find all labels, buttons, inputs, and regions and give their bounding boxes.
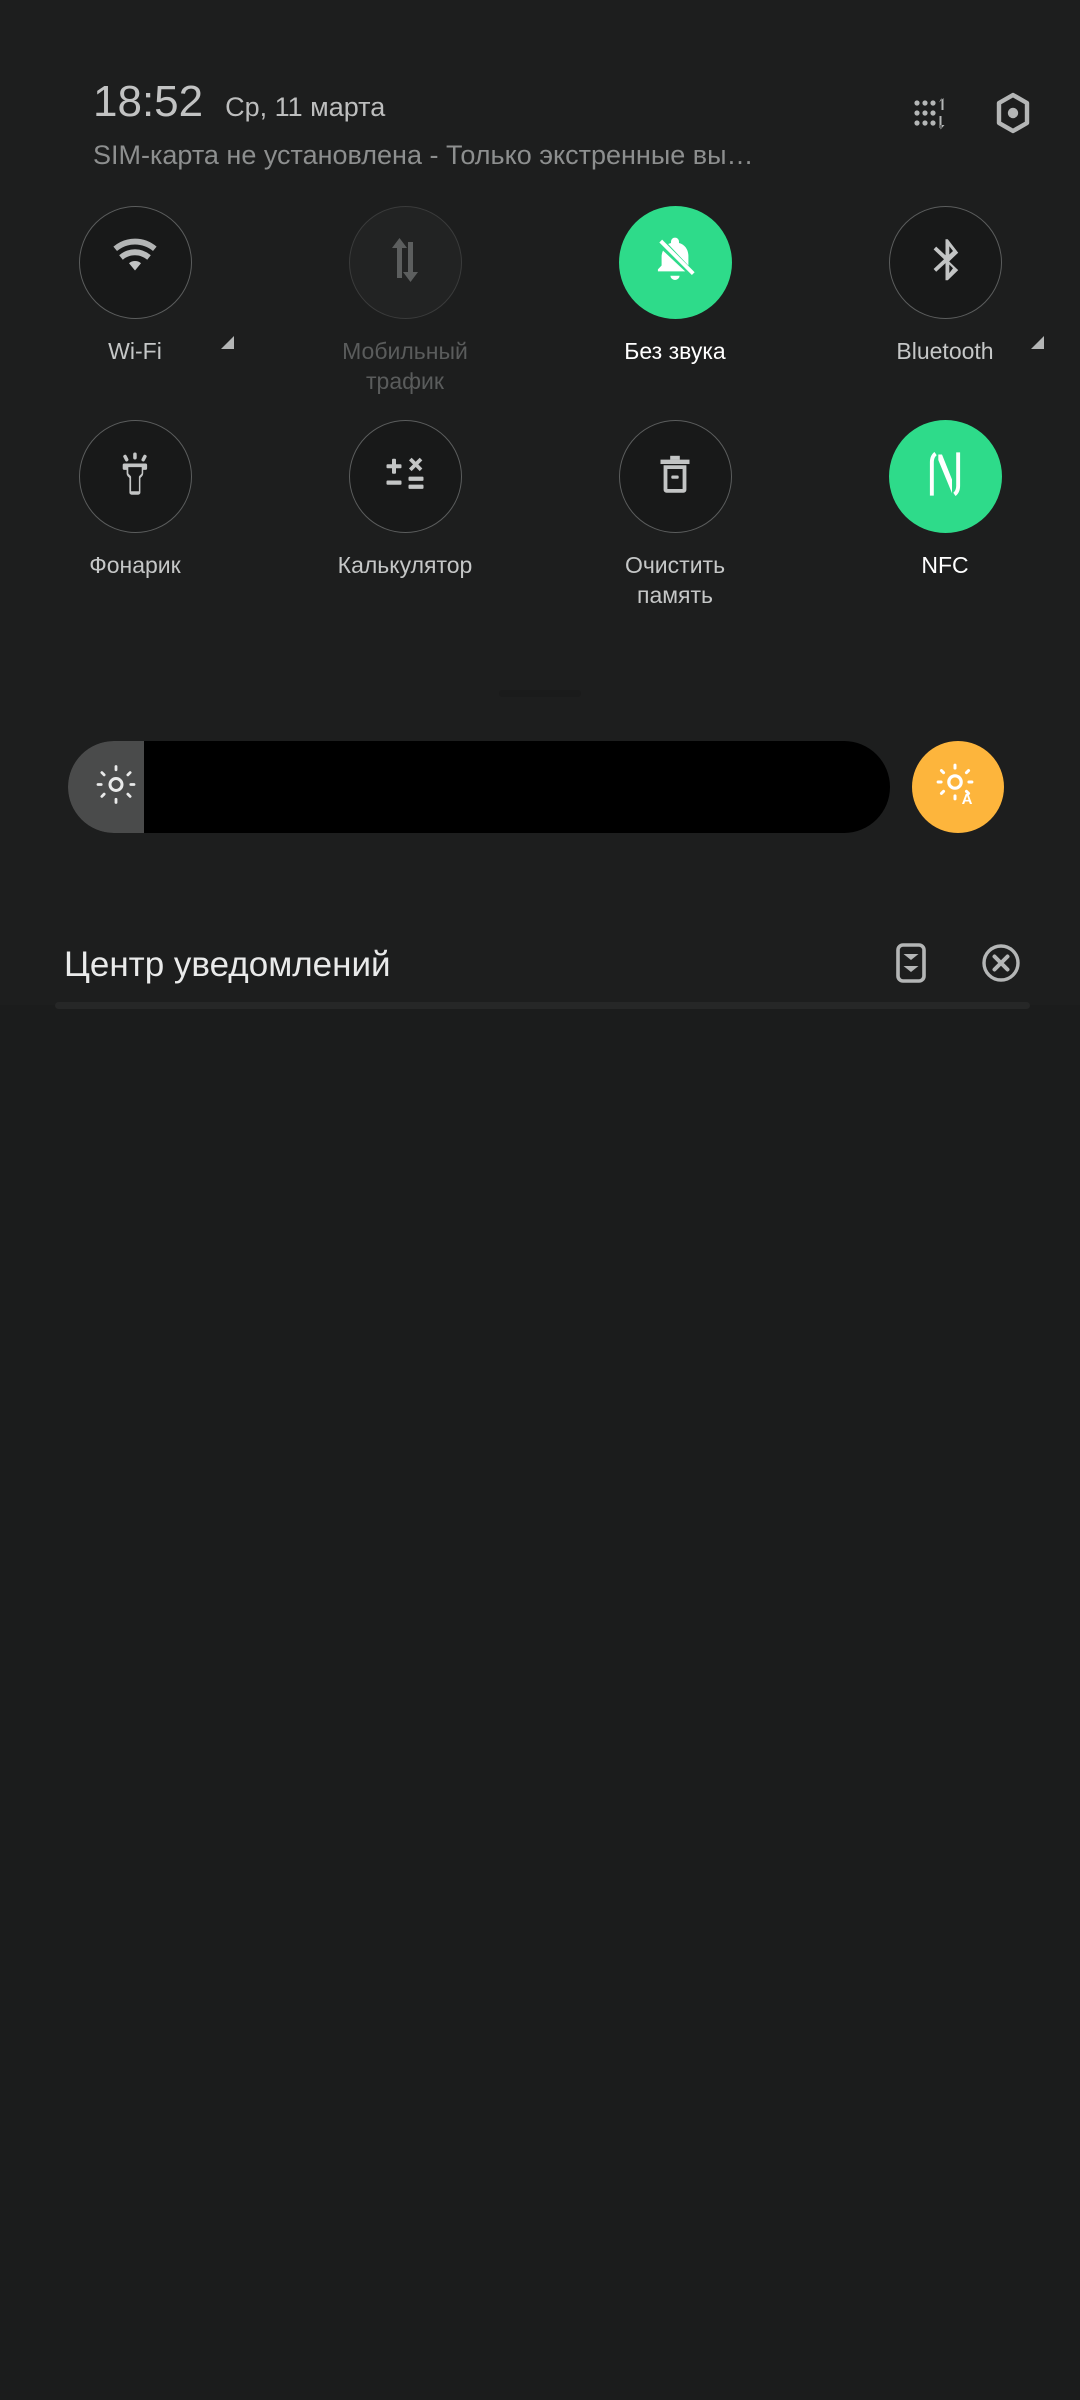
tile-mobile-data-label: Мобильный трафик bbox=[342, 338, 468, 394]
edit-tiles-icon[interactable] bbox=[910, 93, 950, 138]
wifi-icon bbox=[109, 234, 161, 291]
status-header: 18:52 Ср, 11 марта SIM-карта не установл… bbox=[0, 0, 1080, 185]
trash-clean-icon bbox=[652, 451, 698, 502]
tile-row-1: Wi-Fi Мобильный трафик Без звука Bluetoo… bbox=[0, 206, 1080, 396]
tile-nfc[interactable]: NFC bbox=[810, 420, 1080, 610]
calculator-icon bbox=[382, 451, 428, 502]
notification-center-title: Центр уведомлений bbox=[64, 945, 391, 984]
panel-drag-handle[interactable] bbox=[499, 690, 581, 697]
clock-date: Ср, 11 марта bbox=[225, 92, 386, 122]
tile-flashlight[interactable]: Фонарик bbox=[0, 420, 270, 610]
tile-clean-memory[interactable]: Очистить память bbox=[540, 420, 810, 610]
svg-text:A: A bbox=[962, 791, 973, 808]
nfc-icon bbox=[921, 448, 969, 505]
tile-nfc-label: NFC bbox=[921, 552, 969, 578]
tile-silent-mode-circle[interactable] bbox=[618, 206, 732, 319]
notification-settings-icon[interactable] bbox=[891, 942, 931, 989]
tile-wifi-expand-arrow[interactable] bbox=[221, 336, 234, 349]
auto-brightness-icon: A bbox=[934, 761, 982, 814]
bluetooth-icon bbox=[921, 236, 969, 289]
tile-bluetooth[interactable]: Bluetooth bbox=[810, 206, 1080, 396]
tile-flashlight-label: Фонарик bbox=[89, 552, 181, 578]
bell-off-icon bbox=[650, 235, 700, 290]
flashlight-icon bbox=[112, 451, 158, 502]
mobile-data-icon bbox=[381, 236, 429, 289]
tile-calculator-circle[interactable] bbox=[348, 420, 462, 533]
tile-wifi-circle[interactable] bbox=[78, 206, 192, 319]
quick-settings-panel: 18:52 Ср, 11 марта SIM-карта не установл… bbox=[0, 0, 1080, 1009]
notification-list bbox=[0, 1009, 1080, 2400]
tile-mobile-data-circle[interactable] bbox=[348, 206, 462, 319]
quick-settings-tiles: Wi-Fi Мобильный трафик Без звука Bluetoo… bbox=[0, 206, 1080, 610]
tile-mobile-data[interactable]: Мобильный трафик bbox=[270, 206, 540, 396]
auto-brightness-button[interactable]: A bbox=[912, 741, 1004, 833]
clear-all-icon[interactable] bbox=[979, 941, 1023, 990]
tile-bluetooth-label: Bluetooth bbox=[896, 338, 994, 364]
tile-flashlight-circle[interactable] bbox=[78, 420, 192, 533]
settings-gear-icon[interactable] bbox=[992, 92, 1034, 139]
tile-nfc-circle[interactable] bbox=[888, 420, 1002, 533]
notification-center-actions bbox=[891, 941, 1023, 990]
notification-divider bbox=[55, 1002, 1030, 1009]
tile-silent-mode-label: Без звука bbox=[624, 338, 726, 364]
tile-bluetooth-expand-arrow[interactable] bbox=[1031, 336, 1044, 349]
tile-clean-memory-circle[interactable] bbox=[618, 420, 732, 533]
tile-calculator[interactable]: Калькулятор bbox=[270, 420, 540, 610]
tile-wifi[interactable]: Wi-Fi bbox=[0, 206, 270, 396]
brightness-slider[interactable] bbox=[68, 741, 890, 833]
header-icon-group bbox=[910, 92, 1034, 139]
notification-center-header: Центр уведомлений bbox=[0, 925, 1080, 1005]
brightness-control-row: A bbox=[0, 741, 1080, 833]
tile-clean-memory-label: Очистить память bbox=[624, 552, 726, 608]
carrier-status-text: SIM-карта не установлена - Только экстре… bbox=[93, 140, 754, 170]
tile-bluetooth-circle[interactable] bbox=[888, 206, 1002, 319]
tile-wifi-label: Wi-Fi bbox=[108, 338, 162, 364]
brightness-sun-icon bbox=[95, 764, 137, 811]
tile-calculator-label: Калькулятор bbox=[337, 552, 473, 578]
tile-row-2: Фонарик Калькулятор Очистить память NFC bbox=[0, 420, 1080, 610]
tile-silent-mode[interactable]: Без звука bbox=[540, 206, 810, 396]
clock-time: 18:52 bbox=[93, 77, 204, 126]
clock-block[interactable]: 18:52 Ср, 11 марта bbox=[93, 80, 385, 124]
